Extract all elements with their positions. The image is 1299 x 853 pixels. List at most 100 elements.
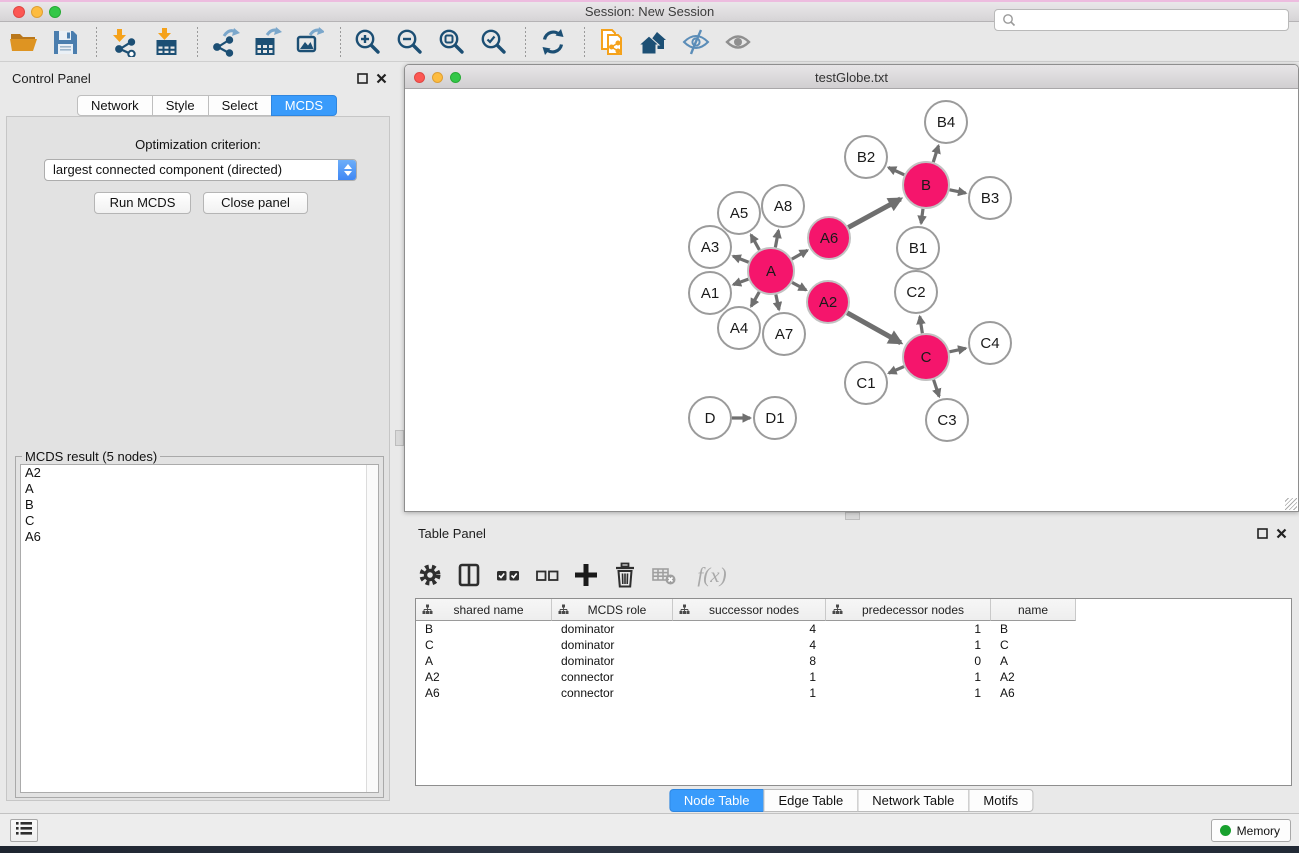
resize-grip[interactable] xyxy=(1285,498,1297,510)
node-label-A4: A4 xyxy=(730,320,748,337)
network-window-titlebar[interactable]: testGlobe.txt xyxy=(405,65,1298,89)
mcds-result-list[interactable]: A2ABCA6 xyxy=(20,464,379,793)
close-panel-button[interactable]: Close panel xyxy=(203,192,308,214)
houses-icon[interactable] xyxy=(639,27,669,57)
table-row[interactable]: Cdominator41C xyxy=(416,637,1291,653)
table-row[interactable]: Bdominator41B xyxy=(416,621,1291,637)
node-label-C: C xyxy=(921,349,932,366)
result-item[interactable]: A2 xyxy=(21,465,378,481)
export-image-icon[interactable] xyxy=(294,27,324,57)
open-session-icon[interactable] xyxy=(8,27,38,57)
table-row[interactable]: A2connector11A2 xyxy=(416,669,1291,685)
tab-edge-table[interactable]: Edge Table xyxy=(763,789,858,812)
cell-name: B xyxy=(991,621,1076,637)
node-label-B1: B1 xyxy=(909,240,927,257)
edge-A-A5[interactable] xyxy=(751,235,759,250)
zoom-in-icon[interactable] xyxy=(353,27,383,57)
zoom-selected-icon[interactable] xyxy=(479,27,509,57)
vertical-divider-handle[interactable] xyxy=(395,430,404,446)
save-session-icon[interactable] xyxy=(50,27,80,57)
columns-icon[interactable] xyxy=(455,561,483,589)
tab-node-table[interactable]: Node Table xyxy=(669,789,765,812)
edge-A-A3[interactable] xyxy=(733,256,749,262)
cell-successor-nodes: 8 xyxy=(673,653,826,669)
column-header-name[interactable]: name xyxy=(991,599,1076,621)
table-tabs: Node TableEdge TableNetwork TableMotifs xyxy=(670,789,1033,812)
run-mcds-button[interactable]: Run MCDS xyxy=(94,192,191,214)
edge-C-C3[interactable] xyxy=(934,380,940,397)
dropdown-value: largest connected component (directed) xyxy=(53,162,282,177)
horizontal-divider-handle[interactable] xyxy=(845,512,860,520)
result-item[interactable]: A6 xyxy=(21,529,378,545)
search-input[interactable] xyxy=(1017,11,1288,29)
refresh-icon[interactable] xyxy=(538,27,568,57)
tab-network[interactable]: Network xyxy=(77,95,153,116)
network-graph[interactable]: AA1A2A3A4A5A6A7A8BB1B2B3B4CC1C2C3C4DD1 xyxy=(405,89,1298,511)
edge-A2-C[interactable] xyxy=(847,313,901,343)
edge-C-C1[interactable] xyxy=(889,367,904,374)
zoom-out-icon[interactable] xyxy=(395,27,425,57)
tab-network-table[interactable]: Network Table xyxy=(857,789,969,812)
tab-mcds[interactable]: MCDS xyxy=(271,95,337,116)
export-network-icon[interactable] xyxy=(210,27,240,57)
edge-B-B4[interactable] xyxy=(933,146,938,162)
import-network-icon[interactable] xyxy=(109,27,139,57)
float-panel-icon[interactable] xyxy=(357,71,368,89)
node-label-B4: B4 xyxy=(937,114,955,131)
export-table-icon[interactable] xyxy=(252,27,282,57)
float-panel-icon[interactable] xyxy=(1257,526,1268,544)
memory-button[interactable]: Memory xyxy=(1211,819,1291,842)
tab-motifs[interactable]: Motifs xyxy=(968,789,1033,812)
table-row[interactable]: Adominator80A xyxy=(416,653,1291,669)
edge-A-A2[interactable] xyxy=(792,282,806,290)
edge-A-A6[interactable] xyxy=(792,250,808,259)
node-label-A6: A6 xyxy=(820,230,838,247)
node-label-A8: A8 xyxy=(774,198,792,215)
delete-icon[interactable] xyxy=(611,561,639,589)
function-icon: f(x) xyxy=(689,561,735,589)
select-all-icon[interactable] xyxy=(494,561,522,589)
tab-style[interactable]: Style xyxy=(152,95,209,116)
column-header-predecessor-nodes[interactable]: predecessor nodes xyxy=(826,599,991,621)
eye-slash-icon[interactable] xyxy=(681,27,711,57)
close-panel-icon[interactable] xyxy=(1276,526,1287,544)
table-row[interactable]: A6connector11A6 xyxy=(416,685,1291,701)
edge-A-A1[interactable] xyxy=(733,279,748,284)
zoom-fit-icon[interactable] xyxy=(437,27,467,57)
network-canvas[interactable]: AA1A2A3A4A5A6A7A8BB1B2B3B4CC1C2C3C4DD1 xyxy=(405,89,1298,511)
status-bar: Memory xyxy=(0,813,1299,846)
result-item[interactable]: B xyxy=(21,497,378,513)
edge-A-A7[interactable] xyxy=(776,295,779,310)
cell-shared-name: C xyxy=(416,637,552,653)
edge-A6-B[interactable] xyxy=(848,199,900,228)
result-item[interactable]: C xyxy=(21,513,378,529)
task-history-button[interactable] xyxy=(10,819,38,842)
edge-B-B2[interactable] xyxy=(889,168,905,175)
column-header-MCDS-role[interactable]: MCDS role xyxy=(552,599,673,621)
table-panel: Table Panel xyxy=(404,520,1299,813)
search-field[interactable] xyxy=(994,9,1289,31)
edge-B-B3[interactable] xyxy=(950,190,966,193)
node-label-A: A xyxy=(766,263,776,280)
edge-A-A4[interactable] xyxy=(751,292,759,306)
tab-select[interactable]: Select xyxy=(208,95,272,116)
document-network-icon[interactable] xyxy=(597,27,627,57)
close-panel-icon[interactable] xyxy=(376,71,387,89)
import-table-icon[interactable] xyxy=(151,27,181,57)
eye-icon[interactable] xyxy=(723,27,753,57)
node-table[interactable]: shared nameMCDS rolesuccessor nodesprede… xyxy=(415,598,1292,786)
result-item[interactable]: A xyxy=(21,481,378,497)
add-icon[interactable] xyxy=(572,561,600,589)
gear-icon[interactable] xyxy=(416,561,444,589)
dropdown-stepper-icon[interactable] xyxy=(338,159,357,181)
edge-A-A8[interactable] xyxy=(775,230,778,247)
column-header-successor-nodes[interactable]: successor nodes xyxy=(673,599,826,621)
edge-C-C4[interactable] xyxy=(949,348,965,352)
table-delete-icon[interactable] xyxy=(650,561,678,589)
edge-C-C2[interactable] xyxy=(920,317,923,334)
result-scrollbar[interactable] xyxy=(366,465,378,792)
deselect-all-icon[interactable] xyxy=(533,561,561,589)
column-header-shared-name[interactable]: shared name xyxy=(416,599,552,621)
optimization-dropdown[interactable]: largest connected component (directed) xyxy=(44,159,357,181)
edge-B-B1[interactable] xyxy=(921,209,923,224)
